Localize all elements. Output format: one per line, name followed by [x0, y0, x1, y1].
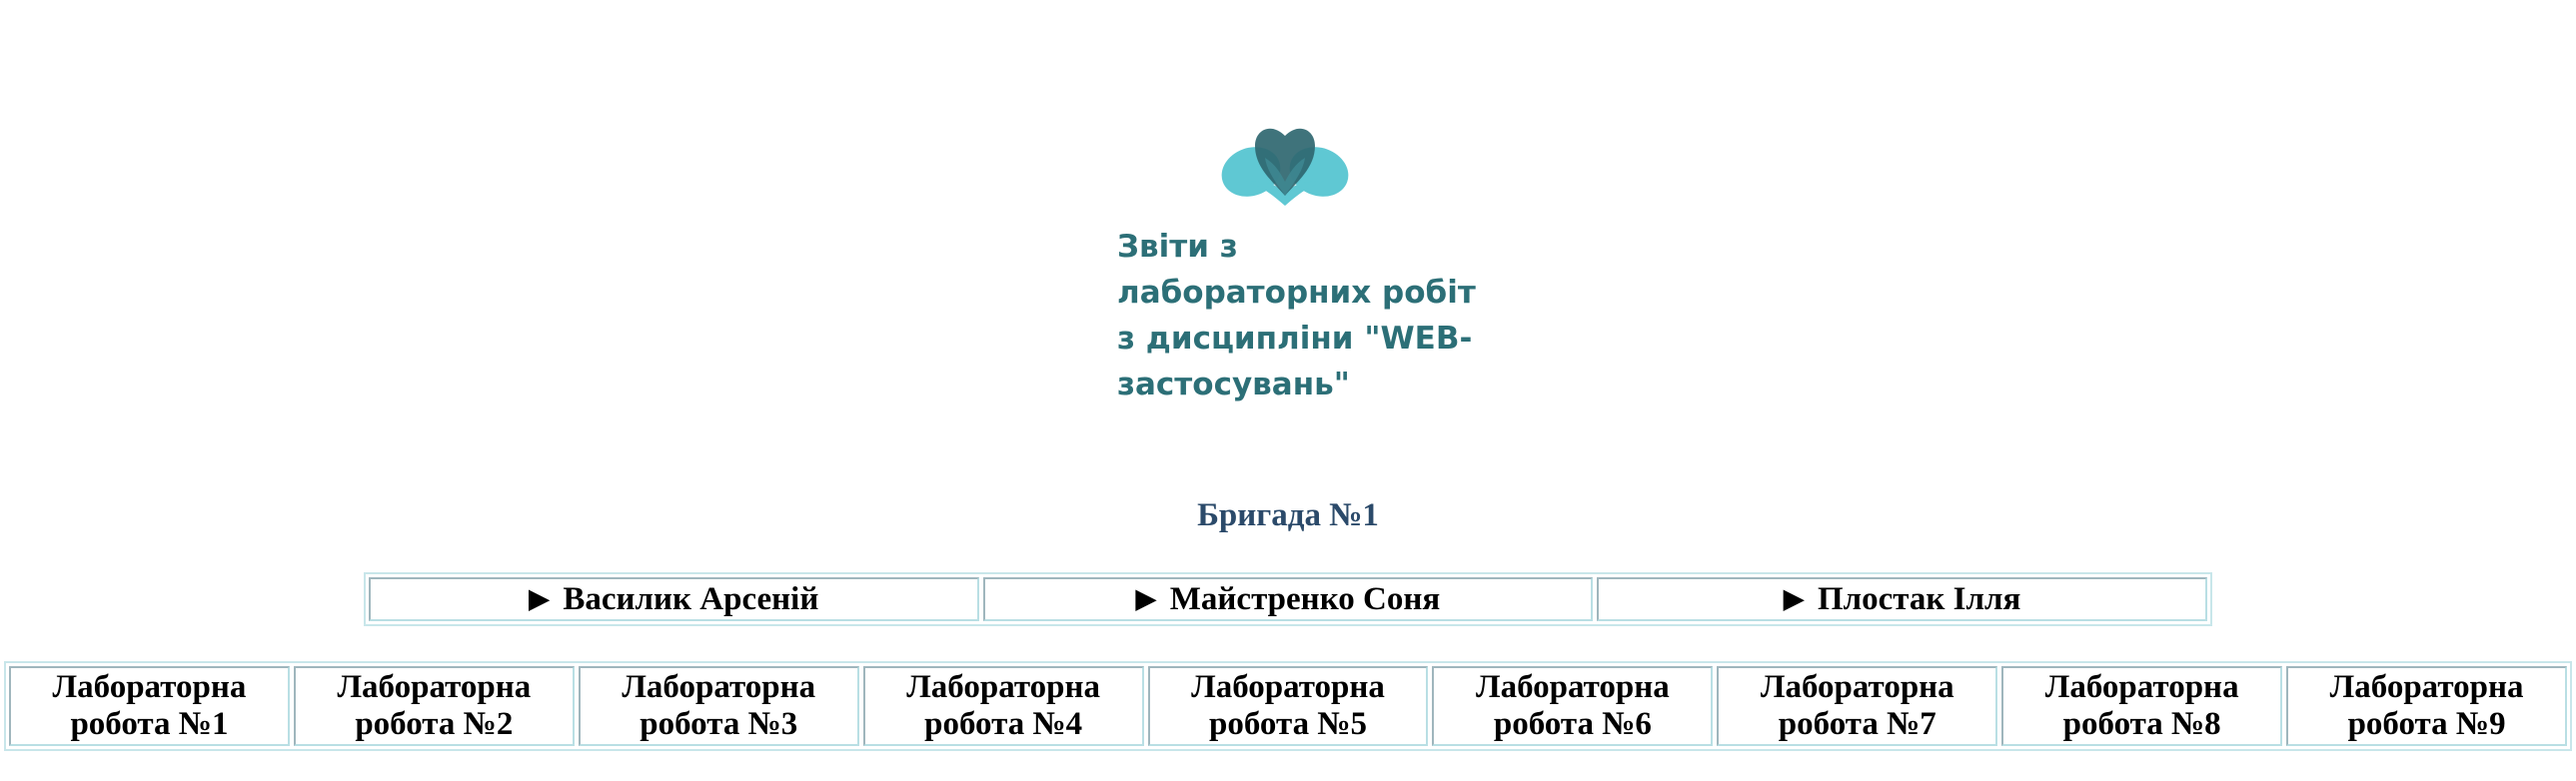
lab-label-line: робота №3 [640, 706, 798, 742]
lab-label-line: Лабораторна [622, 669, 816, 705]
lab-label-line: робота №6 [1493, 706, 1652, 742]
member-name: Майстренко Соня [1169, 580, 1441, 617]
lab-link-4[interactable]: Лабораторна робота №4 [862, 666, 1144, 746]
site-title: Звіти з лабораторних робіт з дисципліни … [1117, 224, 1497, 407]
two-hearts-logo-icon [1221, 128, 1349, 206]
lab-link-7[interactable]: Лабораторна робота №7 [1717, 666, 1998, 746]
lab-label-line: робота №8 [2062, 706, 2221, 742]
lab-label-line: робота №4 [924, 706, 1083, 742]
lab-label-line: Лабораторна [1476, 669, 1670, 705]
logo [1217, 122, 1353, 206]
site-title-line: з дисципліни "WEB- [1117, 321, 1473, 357]
lab-label-line: Лабораторна [2044, 669, 2239, 705]
team-heading: Бригада №1 [1197, 497, 1379, 533]
lab-link-3[interactable]: Лабораторна робота №3 [578, 666, 859, 746]
expand-triangle-icon: ▶ [1135, 584, 1156, 613]
lab-link-1[interactable]: Лабораторна робота №1 [9, 666, 290, 746]
lab-label-line: Лабораторна [2329, 669, 2524, 705]
lab-label-line: Лабораторна [337, 669, 532, 705]
member-toggle-vasylyk[interactable]: ▶ Василик Арсеній [369, 577, 979, 621]
lab-label-line: робота №9 [2347, 706, 2506, 742]
lab-label-line: робота №1 [70, 706, 229, 742]
labs-nav: Лабораторна робота №1 Лабораторна робота… [4, 661, 2572, 751]
lab-label-line: Лабораторна [906, 669, 1101, 705]
lab-link-9[interactable]: Лабораторна робота №9 [2286, 666, 2568, 746]
expand-triangle-icon: ▶ [1783, 584, 1804, 613]
lab-link-2[interactable]: Лабораторна робота №2 [293, 666, 575, 746]
expand-triangle-icon: ▶ [529, 584, 550, 613]
member-name: Василик Арсеній [563, 580, 819, 617]
lab-link-8[interactable]: Лабораторна робота №8 [2001, 666, 2283, 746]
lab-label-line: робота №5 [1209, 706, 1368, 742]
lab-label-line: Лабораторна [52, 669, 247, 705]
lab-label-line: робота №7 [1778, 706, 1936, 742]
member-toggle-plostak[interactable]: ▶ Плостак Ілля [1597, 577, 2208, 621]
site-title-line: лабораторних робіт [1117, 275, 1476, 311]
team-members-table: ▶ Василик Арсеній ▶ Майстренко Соня ▶ Пл… [364, 572, 2212, 626]
member-toggle-maistrenko[interactable]: ▶ Майстренко Соня [982, 577, 1594, 621]
site-title-line: застосувань" [1117, 367, 1350, 402]
lab-link-6[interactable]: Лабораторна робота №6 [1432, 666, 1714, 746]
member-name: Плостак Ілля [1817, 580, 2021, 617]
lab-link-5[interactable]: Лабораторна робота №5 [1147, 666, 1429, 746]
lab-label-line: робота №2 [355, 706, 514, 742]
site-title-line: Звіти з [1117, 229, 1238, 265]
lab-label-line: Лабораторна [1760, 669, 1954, 705]
lab-label-line: Лабораторна [1191, 669, 1385, 705]
